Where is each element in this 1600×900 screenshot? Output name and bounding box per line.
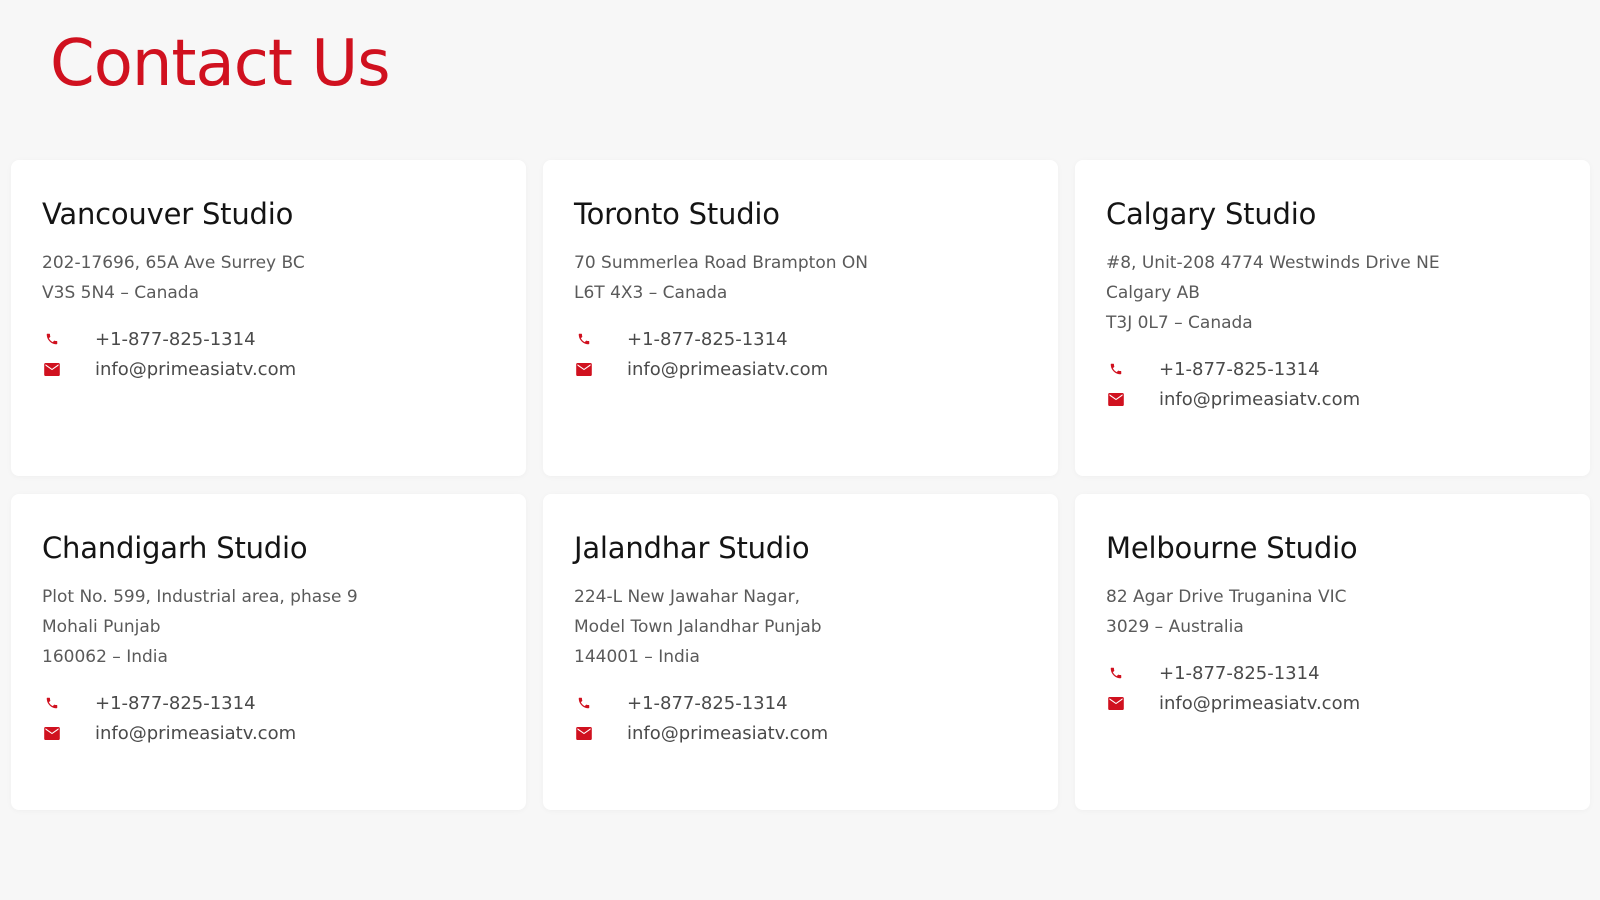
email-icon — [1106, 389, 1126, 409]
email-link[interactable]: info@primeasiatv.com — [1106, 688, 1559, 718]
address-line: 82 Agar Drive Truganina VIC — [1106, 587, 1347, 607]
email-address: info@primeasiatv.com — [95, 722, 297, 744]
email-icon — [574, 723, 594, 743]
studio-name: Toronto Studio — [574, 197, 780, 231]
phone-icon — [574, 329, 594, 349]
studio-address: Plot No. 599, Industrial area, phase 9 Mo… — [42, 582, 495, 672]
email-address: info@primeasiatv.com — [95, 358, 297, 380]
studio-grid: Vancouver Studio 202-17696, 65A Ave Surr… — [11, 160, 1591, 810]
address-line: Plot No. 599, Industrial area, phase 9 — [42, 587, 358, 607]
studio-contact: +1-877-825-1314 info@primeasiatv.com — [574, 688, 1027, 748]
phone-link[interactable]: +1-877-825-1314 — [42, 324, 495, 354]
studio-address: 82 Agar Drive Truganina VIC 3029 – Austra… — [1106, 582, 1559, 642]
studio-card: Vancouver Studio 202-17696, 65A Ave Surr… — [11, 160, 526, 476]
studio-name: Vancouver Studio — [42, 197, 294, 231]
address-line: Mohali Punjab — [42, 617, 161, 637]
email-address: info@primeasiatv.com — [627, 358, 829, 380]
phone-number: +1-877-825-1314 — [1159, 662, 1320, 684]
page-title: Contact Us — [50, 27, 391, 101]
address-line: T3J 0L7 – Canada — [1106, 313, 1253, 333]
address-line: 3029 – Australia — [1106, 617, 1244, 637]
email-link[interactable]: info@primeasiatv.com — [1106, 384, 1559, 414]
phone-number: +1-877-825-1314 — [1159, 358, 1320, 380]
studio-contact: +1-877-825-1314 info@primeasiatv.com — [574, 324, 1027, 384]
studio-address: 70 Summerlea Road Brampton ON L6T 4X3 – C… — [574, 248, 1027, 308]
studio-card: Calgary Studio #8, Unit-208 4774 Westwin… — [1075, 160, 1590, 476]
address-line: 70 Summerlea Road Brampton ON — [574, 253, 868, 273]
studio-card: Chandigarh Studio Plot No. 599, Industri… — [11, 494, 526, 810]
studio-contact: +1-877-825-1314 info@primeasiatv.com — [1106, 354, 1559, 414]
phone-icon — [42, 329, 62, 349]
phone-link[interactable]: +1-877-825-1314 — [1106, 658, 1559, 688]
address-line: 144001 – India — [574, 647, 700, 667]
studio-card: Toronto Studio 70 Summerlea Road Brampto… — [543, 160, 1058, 476]
phone-link[interactable]: +1-877-825-1314 — [42, 688, 495, 718]
studio-address: 224-L New Jawahar Nagar, Model Town Jalan… — [574, 582, 1027, 672]
address-line: 160062 – India — [42, 647, 168, 667]
email-address: info@primeasiatv.com — [1159, 388, 1361, 410]
phone-link[interactable]: +1-877-825-1314 — [574, 688, 1027, 718]
address-line: 202-17696, 65A Ave Surrey BC — [42, 253, 305, 273]
phone-link[interactable]: +1-877-825-1314 — [1106, 354, 1559, 384]
phone-number: +1-877-825-1314 — [627, 328, 788, 350]
phone-icon — [574, 693, 594, 713]
phone-number: +1-877-825-1314 — [95, 692, 256, 714]
studio-address: #8, Unit-208 4774 Westwinds Drive NE Calg… — [1106, 248, 1559, 338]
studio-address: 202-17696, 65A Ave Surrey BC V3S 5N4 – Ca… — [42, 248, 495, 308]
email-icon — [1106, 693, 1126, 713]
studio-name: Jalandhar Studio — [574, 531, 810, 565]
address-line: #8, Unit-208 4774 Westwinds Drive NE — [1106, 253, 1440, 273]
email-icon — [574, 359, 594, 379]
studio-contact: +1-877-825-1314 info@primeasiatv.com — [42, 688, 495, 748]
phone-icon — [42, 693, 62, 713]
address-line: 224-L New Jawahar Nagar, — [574, 587, 801, 607]
address-line: Calgary AB — [1106, 283, 1200, 303]
phone-number: +1-877-825-1314 — [95, 328, 256, 350]
studio-name: Melbourne Studio — [1106, 531, 1358, 565]
studio-card: Jalandhar Studio 224-L New Jawahar Nagar… — [543, 494, 1058, 810]
email-icon — [42, 359, 62, 379]
address-line: L6T 4X3 – Canada — [574, 283, 728, 303]
studio-contact: +1-877-825-1314 info@primeasiatv.com — [1106, 658, 1559, 718]
studio-contact: +1-877-825-1314 info@primeasiatv.com — [42, 324, 495, 384]
email-link[interactable]: info@primeasiatv.com — [42, 354, 495, 384]
email-icon — [42, 723, 62, 743]
studio-card: Melbourne Studio 82 Agar Drive Truganina… — [1075, 494, 1590, 810]
address-line: Model Town Jalandhar Punjab — [574, 617, 822, 637]
studio-name: Calgary Studio — [1106, 197, 1317, 231]
email-address: info@primeasiatv.com — [627, 722, 829, 744]
phone-icon — [1106, 663, 1126, 683]
address-line: V3S 5N4 – Canada — [42, 283, 199, 303]
email-link[interactable]: info@primeasiatv.com — [574, 354, 1027, 384]
studio-name: Chandigarh Studio — [42, 531, 308, 565]
phone-link[interactable]: +1-877-825-1314 — [574, 324, 1027, 354]
email-link[interactable]: info@primeasiatv.com — [42, 718, 495, 748]
email-link[interactable]: info@primeasiatv.com — [574, 718, 1027, 748]
email-address: info@primeasiatv.com — [1159, 692, 1361, 714]
phone-number: +1-877-825-1314 — [627, 692, 788, 714]
phone-icon — [1106, 359, 1126, 379]
